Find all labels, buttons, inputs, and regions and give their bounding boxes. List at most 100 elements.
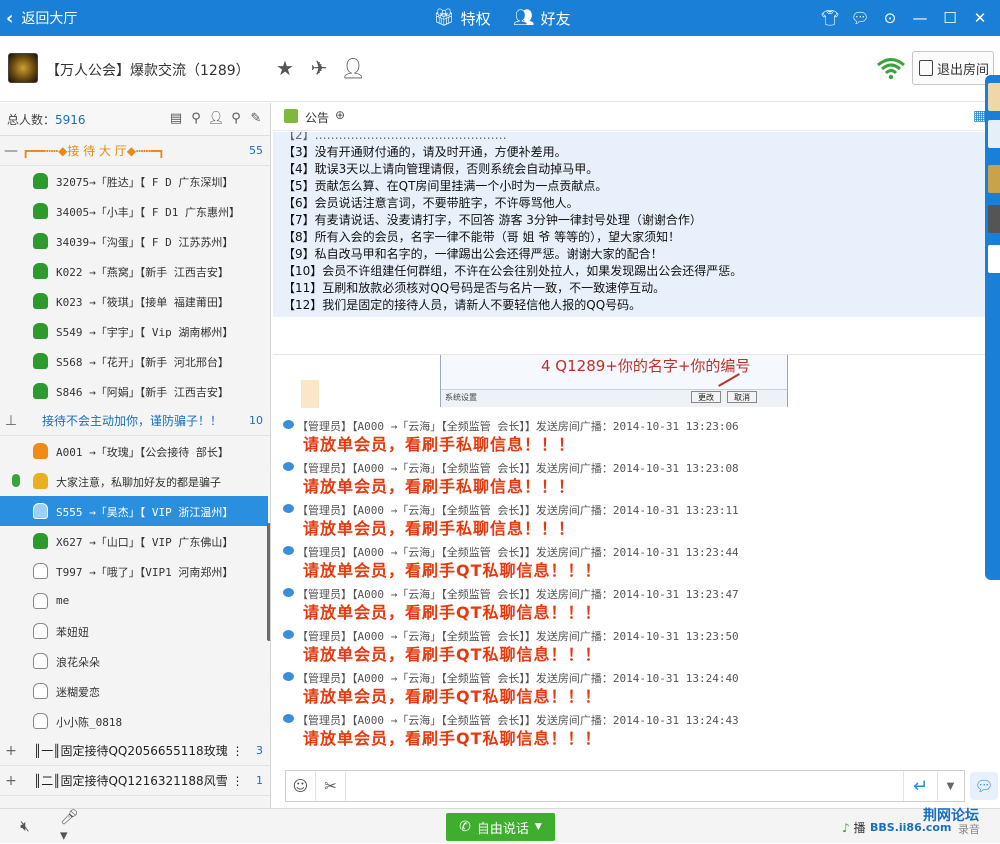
chat-message: 【管理员】【A000 →「云海」【全频监管 会长】】发送房间广播：2014-10…: [281, 418, 981, 460]
message-body: 请放单会员，看刷手私聊信息！！！: [303, 477, 576, 496]
group-fixed-reception-1[interactable]: + ║一║固定接待QQ2056655118玫瑰 ⋮ 3: [0, 736, 270, 766]
group-fixed-reception-2[interactable]: + ║二║固定接待QQ1216321188风雪 ⋮ 1: [0, 766, 270, 796]
avatar: [33, 653, 48, 669]
image-button-2: 取消: [727, 391, 757, 403]
member-row[interactable]: T997 →「哦了」【VIP1 河南郑州】: [0, 556, 268, 586]
privilege-button[interactable]: 🎁︎ 特权: [433, 0, 491, 36]
person-icon[interactable]: 👤︎: [208, 109, 225, 127]
side-app-icon[interactable]: [988, 205, 1000, 233]
member-row[interactable]: S568 →「花开」【新手 河北邢台】: [0, 346, 268, 376]
member-row[interactable]: K023 →「筱琪」【接单 福建莆田】: [0, 286, 268, 316]
emoji-icon[interactable]: ☺: [286, 771, 316, 801]
member-row[interactable]: S549 →「宇宇」【 Vip 湖南郴州】: [0, 316, 268, 346]
plane-icon[interactable]: ✈: [307, 56, 331, 80]
group-warning[interactable]: ⊥ 接待不会主动加你，谨防骗子！！ 10: [0, 406, 270, 436]
side-app-icon[interactable]: [988, 120, 1000, 148]
avatar: [33, 473, 48, 489]
message-icon[interactable]: 💬︎: [845, 0, 875, 36]
close-icon[interactable]: ✕: [965, 0, 995, 36]
member-name: 32075→「胜达」【 F D 广东深圳】: [56, 176, 234, 189]
chat-screenshot-image[interactable]: 4 Q1289+你的名字+你的编号 系统设置 更改 取消: [440, 355, 788, 407]
group-count: 10: [249, 414, 263, 427]
group-reception-hall[interactable]: — ┏━━┅┅◆接 待 大 厅◆┅┅━┓ 55: [0, 136, 270, 166]
chat-input[interactable]: [348, 774, 898, 798]
chat-bubble-icon[interactable]: 💬︎: [970, 772, 998, 800]
location-icon[interactable]: ⚲: [188, 109, 204, 127]
member-name: me: [56, 594, 70, 607]
member-row[interactable]: K022 →「燕窝」【新手 江西吉安】: [0, 256, 268, 286]
exit-room-button[interactable]: 退出房间: [912, 51, 994, 85]
member-row[interactable]: S846 →「阿娟」【新手 江西吉安】: [0, 376, 268, 406]
chat-message: 【管理员】【A000 →「云海」【全频监管 会长】】发送房间广播：2014-10…: [281, 544, 981, 586]
edit-icon[interactable]: ✎: [248, 109, 264, 127]
member-name: S846 →「阿娟」【新手 江西吉安】: [56, 386, 229, 399]
add-user-icon[interactable]: 👤︎: [340, 56, 365, 80]
skin-icon[interactable]: 👕︎: [815, 0, 845, 36]
grid-icon[interactable]: ▦: [973, 108, 986, 124]
free-talk-label: 自由说话: [476, 821, 529, 837]
lock-group-icon: ⊥: [4, 412, 18, 429]
search-icon[interactable]: ⚲: [228, 109, 244, 127]
member-name: 34005→「小丰」【 F D1 广东惠州】: [56, 206, 240, 219]
record-button[interactable]: ♪ 播: [842, 819, 866, 836]
collapse-arrow-icon[interactable]: ⊕: [335, 108, 345, 122]
card-icon[interactable]: ▤: [168, 109, 184, 127]
rule-line: 【10】会员不许组建任何群组，不许在公会往别处拉人，如果发现踢出公会还得严惩。: [283, 264, 743, 278]
mic-mute-icon[interactable]: 🎤︎▾: [60, 808, 86, 844]
side-app-icon[interactable]: [988, 165, 1000, 193]
avatar: [33, 713, 48, 729]
speaker-mute-icon[interactable]: 🔇︎: [12, 815, 38, 837]
member-row[interactable]: 大家注意，私聊加好友的都是骗子: [0, 466, 268, 496]
member-row[interactable]: 迷糊爱恋: [0, 676, 268, 706]
free-talk-button[interactable]: ✆ 自由说话 ▼: [446, 813, 555, 841]
member-row[interactable]: X627 →「山口」【 VIP 广东佛山】: [0, 526, 268, 556]
member-name: S549 →「宇宇」【 Vip 湖南郴州】: [56, 326, 234, 339]
scissors-icon[interactable]: ✂: [316, 771, 346, 801]
rule-line: 【8】所有入会的会员，名字一律不能带（哥 姐 爷 等等的），望大家须知！: [283, 230, 681, 244]
speech-bubble-icon: [283, 462, 294, 471]
member-name: K023 →「筱琪」【接单 福建莆田】: [56, 296, 229, 309]
message-body: 请放单会员，看刷手私聊信息！！！: [303, 435, 576, 454]
privilege-label: 特权: [460, 9, 491, 28]
room-logo: [8, 53, 38, 83]
chat-message: 【管理员】【A000 →「云海」【全频监管 会长】】发送房间广播：2014-10…: [281, 460, 981, 502]
member-row[interactable]: 苯妞妞: [0, 616, 268, 646]
back-label: 返回大厅: [21, 11, 78, 27]
member-row[interactable]: 小小陈_0818: [0, 706, 268, 736]
total-label: 总人数：: [7, 113, 56, 127]
watermark-url: BBS.ii86.com: [870, 821, 952, 834]
record-label: 播: [853, 821, 866, 835]
member-row[interactable]: 34005→「小丰」【 F D1 广东惠州】: [0, 196, 268, 226]
friends-button[interactable]: 👥︎ 好友: [513, 0, 571, 36]
member-name: 小小陈_0818: [56, 716, 123, 729]
chat-message: 【管理员】【A000 →「云海」【全频监管 会长】】发送房间广播：2014-10…: [281, 586, 981, 628]
member-name: X627 →「山口」【 VIP 广东佛山】: [56, 536, 234, 549]
avatar: [33, 293, 48, 309]
member-row[interactable]: me: [0, 586, 268, 616]
member-row[interactable]: 34039→「沟蛋」【 F D 江苏苏州】: [0, 226, 268, 256]
side-app-icon[interactable]: [988, 245, 1000, 273]
avatar: [33, 533, 48, 549]
minimize-icon[interactable]: —: [905, 0, 935, 36]
rule-line: 【3】没有开通财付通的，请及时开通，方便补差用。: [283, 145, 567, 159]
member-row[interactable]: 浪花朵朵: [0, 646, 268, 676]
send-button[interactable]: ↵: [903, 771, 937, 801]
member-row[interactable]: 32075→「胜达」【 F D 广东深圳】: [0, 166, 268, 196]
speech-bubble-icon: [283, 546, 294, 555]
member-row[interactable]: A001 →「玫瑰」【公会接待 部长】: [0, 436, 268, 466]
side-app-icon[interactable]: [988, 83, 1000, 111]
maximize-icon[interactable]: ☐: [935, 0, 965, 36]
send-options-dropdown[interactable]: ▼: [937, 771, 963, 801]
member-name: A001 →「玫瑰」【公会接待 部长】: [56, 446, 229, 459]
announcement-label: 公告: [305, 111, 330, 125]
back-to-lobby-button[interactable]: ‹ 返回大厅: [6, 0, 77, 36]
group-count: 3: [256, 744, 263, 757]
exit-room-label: 退出房间: [937, 62, 990, 78]
scrollbar-thumb[interactable]: [267, 523, 270, 641]
member-name: K022 →「燕窝」【新手 江西吉安】: [56, 266, 229, 279]
member-row-selected[interactable]: S555 →「昊杰」【 VIP 浙江温州】: [0, 496, 268, 526]
rule-line: 【11】互刷和放款必须核对QQ号码是否与名片一致，不一致速停互动。: [283, 281, 666, 295]
star-icon[interactable]: ★: [273, 56, 297, 80]
avatar: [33, 503, 48, 519]
settings-icon[interactable]: ⊙: [875, 0, 905, 36]
